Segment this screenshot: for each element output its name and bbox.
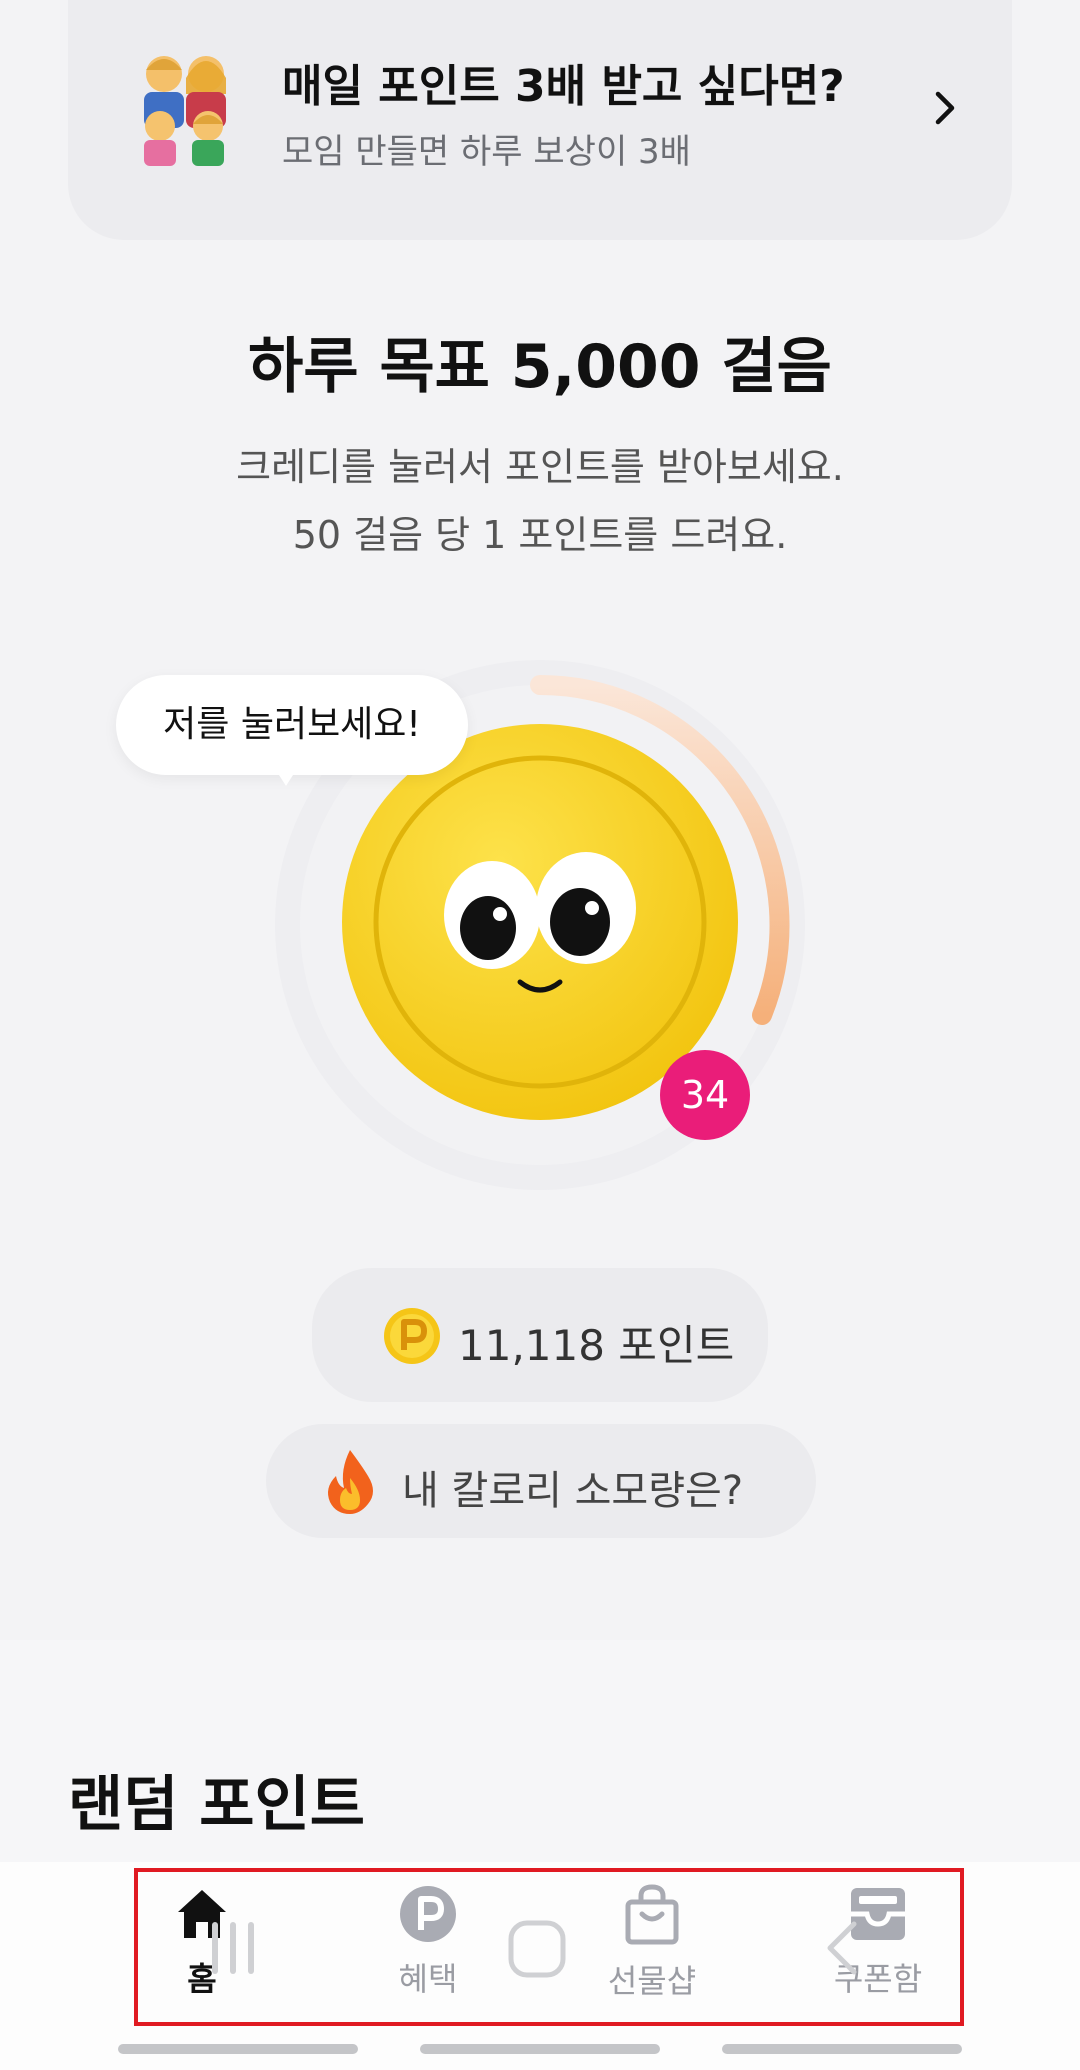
nav-handle-left [118,2044,358,2054]
daily-goal-title: 하루 목표 5,000 걸음 [248,332,832,402]
family-emoji-icon [144,56,226,166]
goal-description-line2: 50 걸음 당 1 포인트를 드려요. [292,513,788,557]
goal-description-line1: 크레디를 눌러서 포인트를 받아보세요. [236,445,844,489]
points-balance: 11,118 포인트 [458,1321,735,1370]
banner-subtitle: 모임 만들면 하루 보상이 3배 [282,132,691,172]
coin-count-badge: 34 [660,1050,750,1140]
chevron-right-icon[interactable] [930,88,960,128]
calorie-link-label: 내 칼로리 소모량은? [402,1468,744,1514]
fire-icon [328,1450,373,1514]
random-points-title: 랜덤 포인트 [68,1770,365,1840]
tab-bar-highlight-box [134,1868,964,2026]
banner-title: 매일 포인트 3배 받고 싶다면? [282,61,845,112]
nav-handle-center [420,2044,660,2054]
bubble-tail [272,764,300,786]
tap-me-bubble: 저를 눌러보세요! [116,675,468,775]
nav-handle-right [722,2044,962,2054]
p-coin-icon [384,1308,440,1364]
